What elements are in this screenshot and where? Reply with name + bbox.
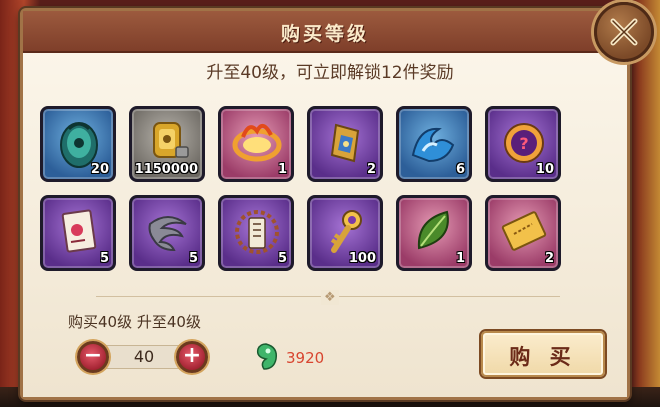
green-jade-icon <box>256 343 278 370</box>
reward-count: 2 <box>544 251 554 266</box>
close-x-icon <box>610 18 638 46</box>
level-quantity-stepper: 40 − + <box>74 341 214 373</box>
water-wave-icon <box>411 127 455 163</box>
dialog-title: 购买等级 <box>280 23 369 45</box>
reward-count: 6 <box>455 162 465 177</box>
minus-icon: − <box>83 343 103 368</box>
reward-item[interactable]: 100 <box>307 195 383 271</box>
reward-item[interactable]: 1 <box>396 195 472 271</box>
buy-button-label: 购 买 <box>509 344 577 369</box>
reward-item[interactable]: 1 <box>218 106 294 182</box>
reward-count: 1 <box>277 162 287 177</box>
reward-item[interactable]: 2 <box>485 195 561 271</box>
reward-item[interactable]: 5 <box>40 195 116 271</box>
increase-button[interactable]: + <box>176 341 208 373</box>
reward-item[interactable]: 6 <box>396 106 472 182</box>
reward-count: 100 <box>348 251 376 266</box>
reward-count: 20 <box>90 162 109 177</box>
storm-cloud-icon <box>148 216 187 252</box>
reward-item[interactable]: ? 10 <box>485 106 561 182</box>
reward-count: 5 <box>99 251 109 266</box>
beaded-scroll-icon <box>235 210 279 254</box>
svg-text:?: ? <box>519 134 528 153</box>
reward-count: 2 <box>366 162 376 177</box>
reward-item[interactable]: 5 <box>218 195 294 271</box>
reward-item[interactable]: 1150000 <box>129 106 205 182</box>
fire-ring-icon <box>232 123 282 162</box>
reward-count: 1150000 <box>134 162 198 177</box>
close-button[interactable] <box>594 2 654 62</box>
green-leaf-gem-icon <box>417 210 449 250</box>
cost-amount: 3920 <box>286 349 325 367</box>
reward-item[interactable]: 5 <box>129 195 205 271</box>
unlock-subtitle: 升至40级，可立即解锁12件奖励 <box>206 63 454 83</box>
dialog-header: 购买等级 <box>23 11 627 53</box>
reward-count: 10 <box>535 162 554 177</box>
buy-button[interactable]: 购 买 <box>481 331 605 377</box>
reward-count: 5 <box>188 251 198 266</box>
divider-ornament-icon: ❖ <box>321 290 339 305</box>
reward-count: 5 <box>277 251 287 266</box>
gold-ticket-icon <box>501 211 547 251</box>
rewards-grid: 20 1150000 1 2 6 ? 10 5 5 5 100 1 2 <box>40 106 570 271</box>
reward-item[interactable]: 2 <box>307 106 383 182</box>
reward-count: 1 <box>455 251 465 266</box>
purchase-summary-label: 购买40级 升至40级 <box>68 313 201 331</box>
talisman-card-icon <box>61 209 97 253</box>
reward-item[interactable]: 20 <box>40 106 116 182</box>
gold-pendant-icon <box>330 123 360 163</box>
decrease-button[interactable]: − <box>77 341 109 373</box>
plus-icon: + <box>182 343 202 368</box>
